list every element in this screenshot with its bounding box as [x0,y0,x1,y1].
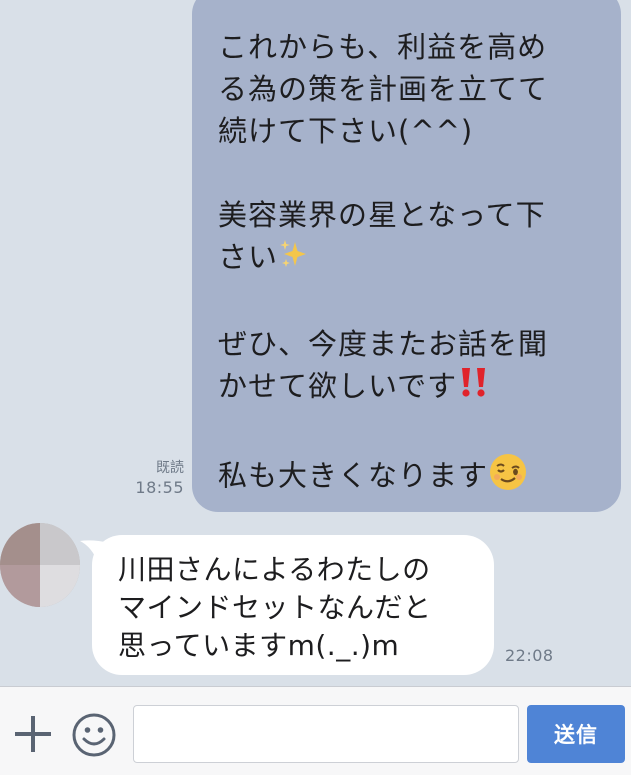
read-receipt: 既読 [156,460,184,476]
winking-face-icon [488,452,528,503]
sparkles-icon [278,238,308,281]
incoming-message-bubble[interactable]: 川田さんによるわたしの マインドセットなんだと 思っていますm(._.)m [92,535,494,675]
message-paragraph: これからも、利益を高め る為の策を計画を立てて 続けて下さい(^^) [218,30,549,148]
message-paragraph: 私も大きくなります [218,452,597,503]
outgoing-message-bubble[interactable]: これからも、利益を高め る為の策を計画を立てて 続けて下さい(^^) 美容業界の… [192,0,621,512]
plus-icon[interactable] [12,713,54,755]
message-input[interactable] [133,705,519,763]
outgoing-message-meta: 既読 18:55 [128,458,184,498]
chat-area: これからも、利益を高め る為の策を計画を立てて 続けて下さい(^^) 美容業界の… [0,0,631,686]
avatar[interactable] [0,523,80,607]
emoji-icon[interactable] [70,711,118,759]
message-paragraph: 美容業界の星となって下 さい [218,194,597,281]
double-exclamation-icon [457,365,491,410]
message-paragraph: ぜひ、今度またお話を聞 かせて欲しいです [218,323,597,411]
message-timestamp: 22:08 [505,646,554,665]
message-timestamp: 18:55 [135,478,184,497]
send-button[interactable]: 送信 [527,705,625,763]
message-input-bar: 送信 [0,686,631,775]
